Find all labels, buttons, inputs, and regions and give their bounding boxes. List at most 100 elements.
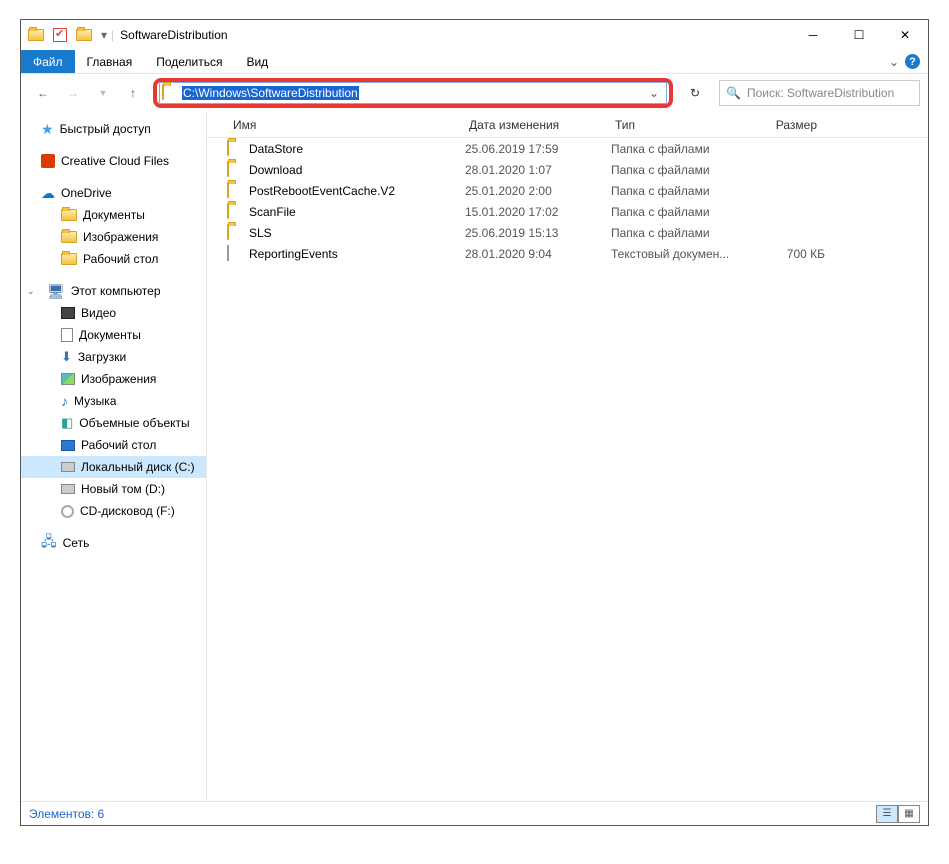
file-date: 28.01.2020 1:07 (465, 163, 611, 177)
status-bar: Элементов: 6 ☰ ▦ (21, 801, 928, 825)
file-row[interactable]: DataStore25.06.2019 17:59Папка с файлами (207, 138, 928, 159)
folder-icon (25, 24, 47, 46)
cc-icon (41, 154, 55, 168)
col-date[interactable]: Дата изменения (463, 118, 609, 132)
sidebar-item-label: Видео (81, 306, 116, 320)
address-path[interactable]: C:\Windows\SoftwareDistribution (182, 86, 359, 100)
file-date: 25.01.2020 2:00 (465, 184, 611, 198)
refresh-button[interactable]: ↻ (681, 79, 709, 107)
explorer-window: ▾ | SoftwareDistribution ─ ☐ ✕ Файл Глав… (20, 19, 929, 826)
sidebar-pc-локальный-диск-c-[interactable]: Локальный диск (C:) (21, 456, 206, 478)
sidebar-item-label: Изображения (81, 372, 156, 386)
sidebar-pc-видео[interactable]: Видео (21, 302, 206, 324)
file-row[interactable]: SLS25.06.2019 15:13Папка с файлами (207, 222, 928, 243)
folder-icon (227, 162, 243, 178)
sidebar-od-docs[interactable]: Документы (21, 204, 206, 226)
sidebar-creative-cloud[interactable]: Creative Cloud Files (21, 150, 206, 172)
sidebar-network[interactable]: 🖧Сеть (21, 532, 206, 554)
tab-file[interactable]: Файл (21, 50, 75, 73)
folder-icon (61, 209, 77, 221)
column-headers[interactable]: Имя Дата изменения Тип Размер (207, 112, 928, 138)
file-name: SLS (249, 226, 465, 240)
chevron-down-icon[interactable]: ⌄ (27, 286, 36, 297)
pc-icon: 🖥 (47, 283, 65, 300)
star-icon: ★ (41, 121, 54, 138)
sidebar-pc-объемные-объекты[interactable]: ◧Объемные объекты (21, 412, 206, 434)
sidebar-item-label: Локальный диск (C:) (81, 460, 195, 474)
sidebar-pc-cd-дисковод-f-[interactable]: CD-дисковод (F:) (21, 500, 206, 522)
vid-icon (61, 307, 75, 319)
file-type: Папка с файлами (611, 205, 745, 219)
sidebar-pc-документы[interactable]: Документы (21, 324, 206, 346)
recent-dropdown[interactable]: ▼ (89, 79, 117, 107)
col-type[interactable]: Тип (609, 118, 743, 132)
col-name[interactable]: Имя (227, 118, 463, 132)
file-row[interactable]: Download28.01.2020 1:07Папка с файлами (207, 159, 928, 180)
file-date: 28.01.2020 9:04 (465, 247, 611, 261)
file-row[interactable]: ScanFile15.01.2020 17:02Папка с файлами (207, 201, 928, 222)
file-date: 25.06.2019 15:13 (465, 226, 611, 240)
view-details-button[interactable]: ☰ (876, 805, 898, 823)
close-button[interactable]: ✕ (882, 20, 928, 50)
sidebar-item-label: Новый том (D:) (81, 482, 165, 496)
view-icons-button[interactable]: ▦ (898, 805, 920, 823)
sidebar-quick-access[interactable]: ★Быстрый доступ (21, 118, 206, 140)
ribbon-expand-icon[interactable]: ⌄ (889, 55, 899, 69)
file-list-pane[interactable]: Имя Дата изменения Тип Размер DataStore2… (207, 112, 928, 801)
file-date: 25.06.2019 17:59 (465, 142, 611, 156)
file-type: Текстовый докумен... (611, 247, 745, 261)
sidebar-item-label: CD-дисковод (F:) (80, 504, 175, 518)
file-row[interactable]: ReportingEvents28.01.2020 9:04Текстовый … (207, 243, 928, 264)
back-button[interactable]: ← (29, 79, 57, 107)
file-name: DataStore (249, 142, 465, 156)
tab-share[interactable]: Поделиться (144, 50, 234, 73)
qat-newfolder-icon[interactable] (73, 24, 95, 46)
file-name: PostRebootEventCache.V2 (249, 184, 465, 198)
folder-icon (61, 253, 77, 265)
sidebar-item-label: Рабочий стол (81, 438, 156, 452)
tab-view[interactable]: Вид (234, 50, 280, 73)
folder-icon (227, 183, 243, 199)
sidebar-od-desktop[interactable]: Рабочий стол (21, 248, 206, 270)
sidebar-pc-изображения[interactable]: Изображения (21, 368, 206, 390)
sidebar-pc-музыка[interactable]: ♪Музыка (21, 390, 206, 412)
file-row[interactable]: PostRebootEventCache.V225.01.2020 2:00Па… (207, 180, 928, 201)
folder-icon (61, 231, 77, 243)
hdd-icon (61, 484, 75, 494)
sidebar-pc-рабочий-стол[interactable]: Рабочий стол (21, 434, 206, 456)
file-type: Папка с файлами (611, 226, 745, 240)
sidebar-this-pc[interactable]: ⌄🖥Этот компьютер (21, 280, 206, 302)
search-icon: 🔍 (726, 86, 741, 100)
folder-icon (227, 225, 243, 241)
help-icon[interactable]: ? (905, 54, 920, 69)
search-box[interactable]: 🔍 Поиск: SoftwareDistribution (719, 80, 920, 106)
window-title: SoftwareDistribution (120, 28, 227, 42)
sidebar-pc-загрузки[interactable]: ⬇Загрузки (21, 346, 206, 368)
status-count: Элементов: 6 (29, 807, 104, 821)
file-name: Download (249, 163, 465, 177)
tab-home[interactable]: Главная (75, 50, 145, 73)
address-dropdown-icon[interactable]: ⌄ (644, 86, 664, 100)
qat-properties-icon[interactable] (49, 24, 71, 46)
col-size[interactable]: Размер (743, 118, 823, 132)
nav-bar: ← → ▼ ↑ C:\Windows\SoftwareDistribution … (21, 74, 928, 112)
maximize-button[interactable]: ☐ (836, 20, 882, 50)
address-bar[interactable]: C:\Windows\SoftwareDistribution ⌄ (159, 82, 667, 104)
minimize-button[interactable]: ─ (790, 20, 836, 50)
title-bar[interactable]: ▾ | SoftwareDistribution ─ ☐ ✕ (21, 20, 928, 50)
address-folder-icon (162, 85, 178, 101)
sidebar-pc-новый-том-d-[interactable]: Новый том (D:) (21, 478, 206, 500)
onedrive-icon: ☁ (41, 185, 55, 202)
folder-icon (227, 141, 243, 157)
up-button[interactable]: ↑ (119, 79, 147, 107)
sidebar-item-label: Объемные объекты (79, 416, 189, 430)
navigation-pane[interactable]: ★Быстрый доступ Creative Cloud Files ☁On… (21, 112, 207, 801)
search-placeholder: Поиск: SoftwareDistribution (747, 86, 894, 100)
qat-customize-icon[interactable]: ▾ (97, 28, 111, 42)
sidebar-od-images[interactable]: Изображения (21, 226, 206, 248)
forward-button[interactable]: → (59, 79, 87, 107)
address-bar-highlight: C:\Windows\SoftwareDistribution ⌄ (153, 78, 673, 108)
sidebar-onedrive[interactable]: ☁OneDrive (21, 182, 206, 204)
file-size: 700 КБ (745, 247, 825, 261)
sidebar-item-label: Загрузки (78, 350, 126, 364)
